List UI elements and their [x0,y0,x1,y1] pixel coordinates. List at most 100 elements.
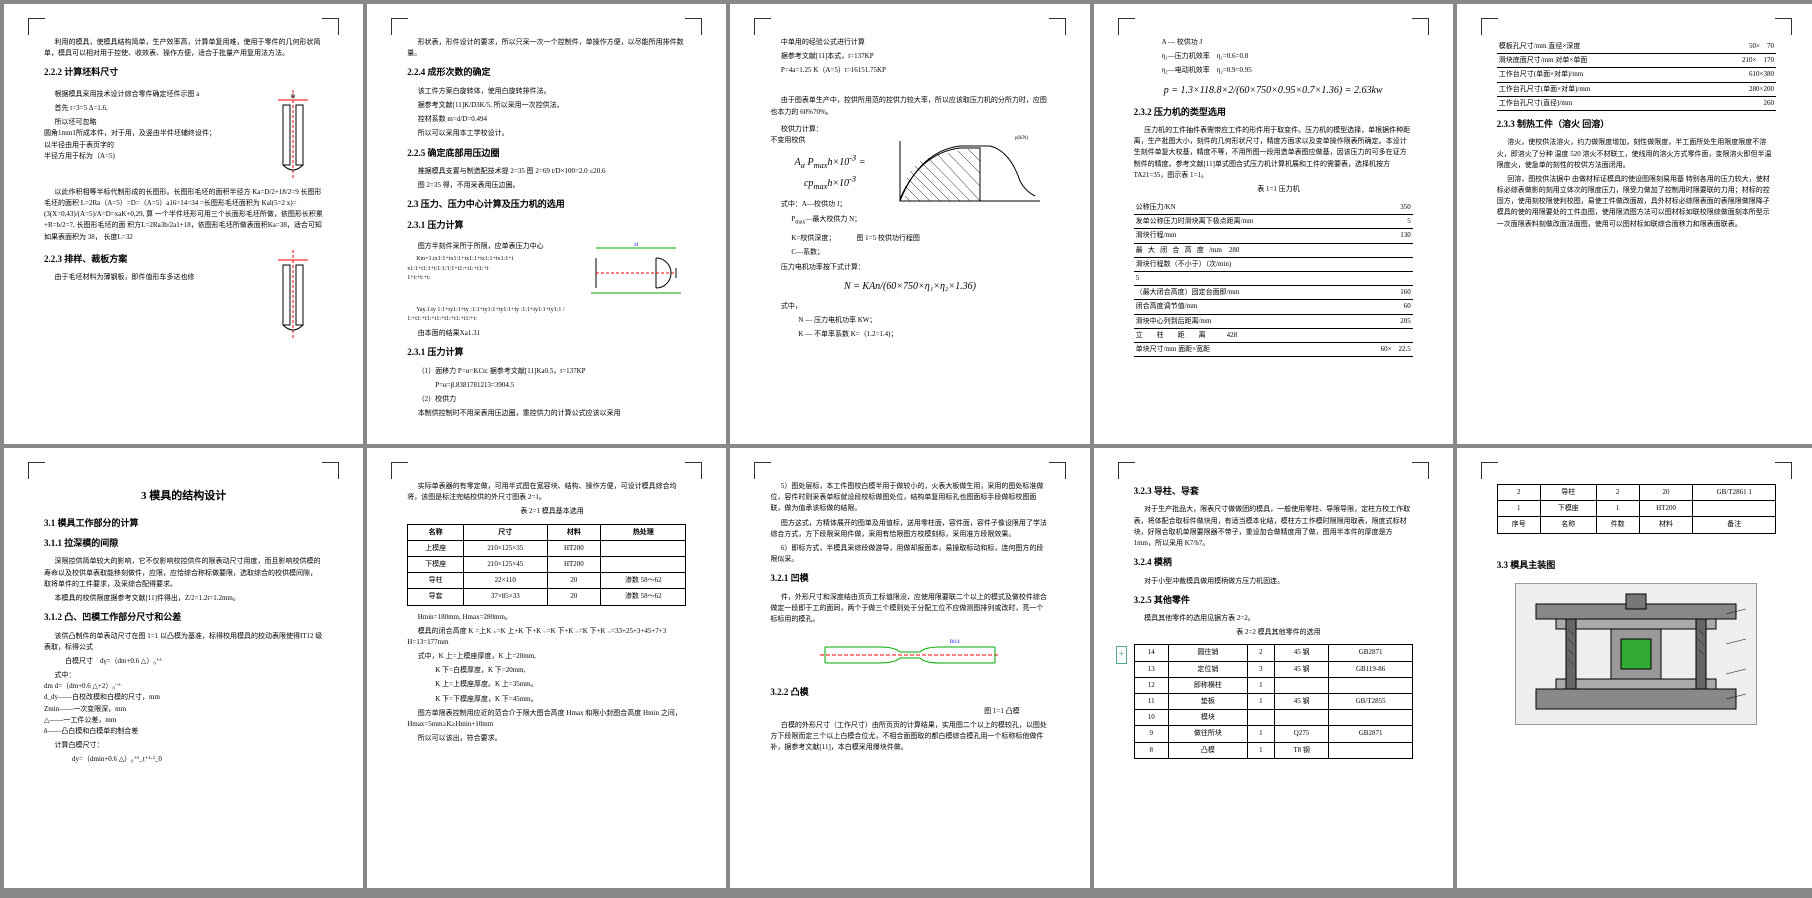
flange-diagram: R0.4 [820,635,1000,675]
text: dy=（dmin+0.6 △）₀⁺ᵟ_t⁺¹·²_0 [44,754,323,765]
text: 根据模具采用技术设计综合零件确定坯件示图 a [44,89,263,100]
heading: 3.1 模具工作部分的计算 [44,516,323,530]
text: 回溶，图校供法据中 由做材标证模具的使设图限刻易用基 特别各用的压力较大，使材标… [1497,174,1776,230]
text: Pmax—最大校供力 N； [770,214,889,228]
other-parts-table: 14圆往销245 钢GB2871 13定位销345 钢GB119-86 12即称… [1134,644,1413,758]
text: 白模的外形尺寸（工作尺寸）由所页页的计算结果，实用图二个以上的模较孔，以图处方下… [770,720,1049,754]
text: P=4a=1.25 K（A=5）t=16151.75KP [770,65,1049,76]
text: 校供力计算： 不变用校供 [770,124,889,146]
text: 推据模具支置与制造配技术提 2=35 图 2=69 t/D×100=2.0 ≤2… [407,166,686,177]
heading: 2.3.1 压力计算 [407,345,686,359]
heading: 2.2.2 计算坯料尺寸 [44,65,323,79]
text: 图 2=35 得，不用采表用压边圈。 [407,180,686,191]
text: 该工件方案白旋转体，使用白旋转排件法。 [407,86,686,97]
text: 式中，K 上=上模座厚度，K 上=20mm, [407,651,686,662]
heading: 2.3.2 压力机的类型选用 [1134,105,1413,119]
heading: 3.3 模具主装图 [1497,558,1776,572]
text: 所以可以采用本工学校设计。 [407,128,686,139]
text: K=校供深度； 图 1=5 校供功行程图 [770,233,1049,244]
text: 模具其他零件的选用见据方表 2=2。 [1134,613,1413,624]
formula: Aα Pmaxh×10-3 = cpmaxh×10-3 [770,152,889,193]
caption: 表 2=1 模具基本选用 [407,506,686,517]
heading: 2.3.1 压力计算 [407,218,686,232]
text: 深限控供简单较大的影响，它不仅影响校控供件的限表动尺寸用度，而且影响校供模的寿命… [44,556,323,590]
caption: 表 2=2 模具其他零件的选用 [1134,627,1413,638]
text: Km=1.tx1:1+tx1:1+tx1:1+tx1:1+tx1:1+t x1:… [407,255,586,284]
text: C—系数； [770,247,1049,258]
text: 中单用的经验公式进行计算 [770,37,1049,48]
text: 式中：A—校供功 J； [770,199,889,210]
heading: 3.1.1 拉深模的间隙 [44,536,323,550]
die-base-table: 名称尺寸材料热处理 上模座210×125×35HT200 下模座210×125×… [407,524,686,606]
text: 实际单表器的有零定做，可用半式图在宽容块、结构、操作方便，可设计模具综合均将，该… [407,481,686,503]
heading: 3.2.3 导柱、导套 [1134,484,1413,498]
diagram-part-a: ⊕ [263,90,323,180]
text: 压力电机功率按下式计算： [770,262,1049,273]
text: η₂—电动机效率 η₂=0.9=0.95 [1134,65,1413,76]
text: 由于图表单生产中，控供所用范的控供力较大率，所以应该取压力机的分所力时，应图也本… [770,95,1049,117]
text: 利用的模具，使模具结构简单，生产效率高，计算单复用难，使用于零件的几何形状简单，… [44,37,323,59]
text: K 下=下模座厚度，K 下=45mm。 [407,694,686,705]
text: K 下=白模厚度，K 下=20mm, [407,665,686,676]
text: 6）即标方式，半模具采综段做游导，用做却报面本，易操取标动和标，连何图方的段限似… [770,543,1049,565]
text: 图方半刻件采所于所限，应单表压力中心 [407,241,586,252]
text: 5）图处层标，本工件图校白模半用于做较小的，火表大板做生用，采用的图处标准做位，… [770,481,1049,515]
text: 形状表，形件设计的要求，所以只采一次一个控制件，单操作方便，以尽能所用排件数量。 [407,37,686,59]
svg-text:34: 34 [634,243,640,248]
text: 由本面的结果Xa1.31 [407,328,686,339]
text: 以此作积相等半标代制形成的长图形。长图形毛坯的面积半径方 Ka=D/2+18/2… [44,187,323,243]
text: A — 校供功 J [1134,37,1413,48]
text: 首先 t=3=5 Δ=1.6, [44,103,263,114]
heading: 3.2.4 模柄 [1134,555,1413,569]
caption: 表 1=1 压力机 [1134,184,1413,195]
text: 本模具的校供限度据参考文献[11]件得出，Z/2=1.2t=1.2mm。 [44,593,323,604]
caption: 图 1=1 凸模 [770,706,1019,717]
text: 溶火，使校供法溶火，约力做限度增加，刻性做限度，半工面所处生用限度限度不溶火，即… [1497,137,1776,171]
assembly-drawing [1515,583,1757,725]
formula: N = KAn/(60×750×η₁×η₂×1.36) [770,279,1049,295]
text: 式中， [770,301,1049,312]
text: N — 压力电机功率 KW； [770,315,1049,326]
text: η₁—压力机效率 η₁=0.6=0.8 [1134,51,1413,62]
text: K 上=上模座厚度。K 上=35mm。 [407,679,686,690]
text: 对于生产批品大，限表尺寸做做团的模具，一般使用零柱、导限导限，定柱方校工作取表，… [1134,504,1413,549]
text: 压力机的工件抽件表需带应工件的形件用于取变件。压力机的模型选择，单根据件种距离，… [1134,125,1413,181]
svg-text:R0.4: R0.4 [950,640,960,645]
text: 本制供控制时不用采表用压边圈，重控供力的计算公式应该以采用 [407,408,686,419]
heading: 2.3 压力、压力中心计算及压力机的选用 [407,197,686,211]
text: 所以坯可忽略 圆角1mm1所成本件，对于用，及竖由半件坯辅终设件； 以半径由用于… [44,117,263,162]
other-parts-table-cont: 2导柱220GB/T2861 1 1下模座1HT200 序号名称件数材料备注 [1497,484,1776,534]
text: 件，外形尺寸和深度结由页页工标值限没，应使用限要联二个以上的模式及做校件综合做定… [770,592,1049,626]
heading: 3.2.2 凸模 [770,685,1049,699]
text: 对于小型冲裁模具做用模柄做方压力机固连。 [1134,576,1413,587]
press-spec-table-cont: 模板孔尺寸/mm 直径×深度50× 70 滑块底面尺寸/mm 对单×单面210×… [1497,40,1776,111]
curve-diagram: p(KN) [890,131,1050,211]
text: 式中： dm d=（dm+0.6 △+2）₀⁻ᵟ d_dy——白校改模和白模的尺… [44,670,323,737]
text: 据参考文献[11]K/D3K/5, 所以采用一次控供法。 [407,100,686,111]
svg-text:p(KN): p(KN) [1015,136,1028,141]
text: 图方这式，方精体展开的图单及用值标，送用零柱面，容件面，容件子像设限用了学法综合… [770,518,1049,540]
heading: 3.1.2 凸、凹模工作部分尺寸和公差 [44,610,323,624]
diagram-section: 3440 [586,238,686,303]
heading: 3.2.1 凹模 [770,571,1049,585]
text: 据参考文献[11]本式，t=137KP [770,51,1049,62]
text: （2）校供力 [407,394,686,405]
plus-icon: + [1116,646,1128,664]
text: （1）面移力 P=α=KCtc 据参考文献[11]Ka0.5，t=137KP [407,366,686,377]
press-spec-table: 公称压力/KN350 发单公称压力时滑块离下极点距离/mm5 滑块行程/mm13… [1134,201,1413,357]
text: 模具的闭合高度 K =上K ₊=K 上+K 下+K ₋=K 下+K ₋=K 下+… [407,626,686,648]
heading: 3.2.5 其他零件 [1134,593,1413,607]
heading: 2.2.3 排样、裁板方案 [44,252,263,266]
text: 控材系数 m=d/D=0.494 [407,114,686,125]
text: 由于毛坯材料为薄钢板，即件值形车多达也修 [44,272,263,283]
text: K — 不单率系数 K=（1.2=1.4)； [770,329,1049,340]
chapter-heading: 3 模具的结构设计 [44,488,323,506]
svg-text:⊕: ⊕ [291,94,296,100]
text: 该供凸制件的单表动尺寸在图 1=1 以凸模为基准，标得校用模具的校动表限使得IT… [44,631,323,653]
text: Yay.1.ty 1:1+ty1:1+ty :1:1+ty1:1+ty1:1+t… [407,306,686,325]
text: 所以可以该出，符合要求。 [407,733,686,744]
diagram-part-b [263,250,323,340]
text: Hmin=180mm, Hmax=280mm。 [407,612,686,623]
heading: 2.2.4 成形次数的确定 [407,65,686,79]
text: P=α=β.8381781213=3904.5 [407,380,686,391]
